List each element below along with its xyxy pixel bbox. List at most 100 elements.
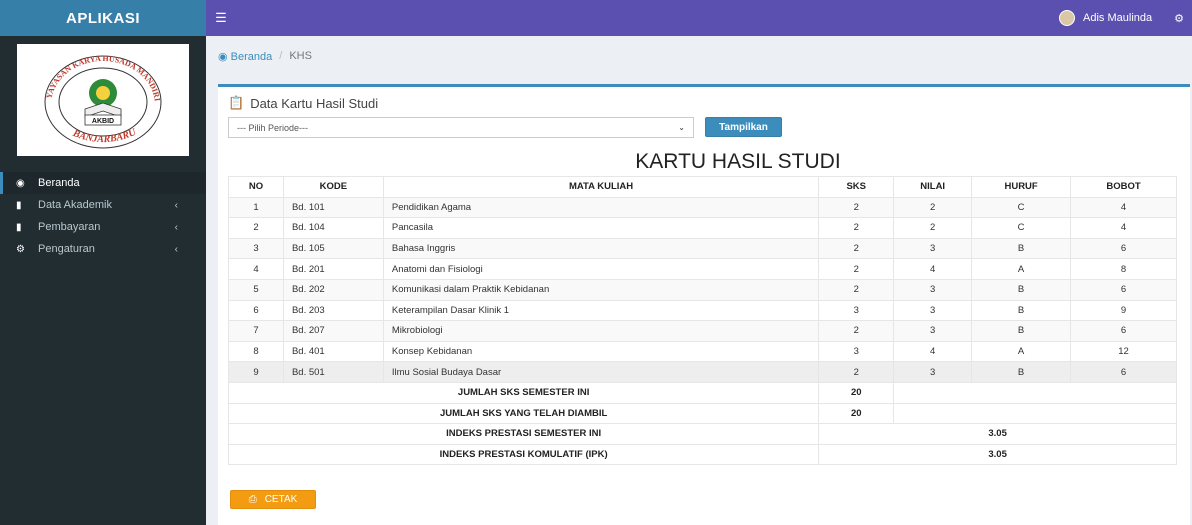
- table-cell: A: [971, 340, 1072, 363]
- table-cell: 2: [818, 258, 895, 280]
- table-cell: 2: [818, 320, 895, 342]
- table-cell: 2: [818, 278, 895, 301]
- chevron-left-icon: ‹: [174, 199, 178, 211]
- table-cell: 2: [893, 196, 973, 219]
- table-cell: Bd. 201: [282, 258, 384, 280]
- table-cell: 3: [893, 278, 973, 301]
- table-cell: Bd. 105: [282, 237, 384, 260]
- table-row[interactable]: 2 Bd. 104 Pancasila 2 2 C 4: [228, 217, 1177, 239]
- sidebar-menu: ◉ Beranda ▮ Data Akademik ‹ ▮ Pembayaran…: [0, 172, 206, 260]
- breadcrumb-home[interactable]: ◉ Beranda: [218, 50, 272, 63]
- sidebar-item-beranda[interactable]: ◉ Beranda: [0, 172, 206, 194]
- sidebar-item-pembayaran[interactable]: ▮ Pembayaran ‹: [0, 216, 206, 238]
- table-cell: A: [971, 258, 1072, 280]
- table-cell: B: [971, 237, 1072, 260]
- sidebar-item-pengaturan[interactable]: ⚙ Pengaturan ‹: [0, 238, 206, 260]
- document-icon: 📋: [228, 95, 245, 110]
- table-cell: Bd. 101: [282, 196, 384, 219]
- sks-semester-value: 20: [818, 381, 895, 404]
- table-row[interactable]: 6 Bd. 203 Keterampilan Dasar Klinik 133B9: [228, 299, 1177, 322]
- chevron-left-icon: ‹: [174, 243, 178, 255]
- app-title[interactable]: APLIKASI: [0, 0, 206, 36]
- table-cell: Bd. 207: [282, 320, 384, 342]
- table-cell: Bd. 501: [282, 361, 384, 383]
- box-title: 📋 Data Kartu Hasil Studi: [228, 95, 379, 111]
- table-row[interactable]: 4 Bd. 201 Anatomi dan Fisiologi 2 4 A 8: [228, 258, 1177, 280]
- table-cell: 12: [1070, 340, 1177, 363]
- sks-total-value: 20: [818, 402, 895, 425]
- column-header: KODE: [282, 176, 384, 198]
- chevron-left-icon: ‹: [174, 221, 178, 233]
- column-header: NO: [228, 176, 284, 198]
- table-cell: Bd. 203: [282, 299, 384, 322]
- table-cell: 4: [1070, 217, 1177, 239]
- gear-icon[interactable]: ⚙: [1174, 12, 1184, 25]
- akbid-logo-icon: YAYASAN KARYA HUSADA MANDIRI AKBID BANJA…: [44, 54, 162, 149]
- table-cell: 4: [1070, 196, 1177, 219]
- table-cell: Bd. 401: [282, 340, 384, 363]
- user-menu[interactable]: Adis Maulinda: [1059, 10, 1152, 26]
- sidebar-item-label: Pembayaran: [38, 221, 101, 233]
- table-cell: B: [971, 278, 1072, 301]
- table-row[interactable]: 7 Bd. 207 Mikrobiologi 2 3 B 6: [228, 320, 1177, 342]
- logo-badge-text: AKBID: [92, 118, 114, 125]
- table-cell: 6: [1070, 237, 1177, 260]
- table-cell: 2: [228, 217, 284, 239]
- chevron-down-icon: ⌄: [678, 123, 685, 132]
- table-cell: 6: [1070, 320, 1177, 342]
- table-row[interactable]: 1 Bd. 101 Pendidikan Agama 2 2 C 4: [228, 196, 1177, 219]
- print-button[interactable]: ⎙ CETAK: [230, 490, 316, 509]
- table-row[interactable]: 3 Bd. 105 Bahasa Inggris 2 3 B 6: [228, 237, 1177, 260]
- book-icon: ▮: [16, 221, 22, 233]
- table-row[interactable]: 8 Bd. 401 Konsep Kebidanan 3 4 A 12: [228, 340, 1177, 363]
- table-cell: 8: [1070, 258, 1177, 280]
- period-select[interactable]: --- Pilih Periode--- ⌄: [228, 117, 694, 138]
- table-cell: C: [971, 217, 1072, 239]
- table-cell: B: [971, 361, 1072, 383]
- table-cell: 3: [893, 320, 973, 342]
- table-cell: 7: [228, 320, 284, 342]
- table-cell: C: [971, 196, 1072, 219]
- sks-semester-label: JUMLAH SKS SEMESTER INI: [227, 381, 820, 404]
- table-cell: 2: [818, 217, 895, 239]
- column-header: HURUF: [971, 176, 1072, 198]
- table-cell: 2: [893, 217, 973, 239]
- table-cell: 4: [228, 258, 284, 280]
- sidebar: YAYASAN KARYA HUSADA MANDIRI AKBID BANJA…: [0, 36, 206, 525]
- table-cell: Pendidikan Agama: [382, 196, 820, 219]
- table-cell: Mikrobiologi: [382, 320, 820, 342]
- table-cell: 6: [1070, 278, 1177, 301]
- table-cell: 3: [818, 299, 895, 322]
- table-cell: 4: [893, 258, 973, 280]
- book-icon: ▮: [16, 199, 22, 211]
- table-cell: B: [971, 299, 1072, 322]
- table-cell: 3: [893, 299, 973, 322]
- breadcrumb: ◉ Beranda / KHS: [218, 50, 312, 63]
- table-cell: Ilmu Sosial Budaya Dasar: [382, 361, 820, 383]
- summary-row: JUMLAH SKS SEMESTER INI 20: [227, 381, 1177, 404]
- column-header: SKS: [818, 176, 895, 198]
- column-header: NILAI: [893, 176, 973, 198]
- sks-total-label: JUMLAH SKS YANG TELAH DIAMBIL: [227, 402, 820, 425]
- table-cell: 3: [818, 340, 895, 363]
- sidebar-item-label: Beranda: [38, 177, 80, 189]
- cogs-icon: ⚙: [16, 243, 25, 255]
- table-cell: Komunikasi dalam Praktik Kebidanan: [382, 278, 820, 301]
- show-button[interactable]: Tampilkan: [705, 117, 782, 137]
- table-cell: Anatomi dan Fisiologi: [382, 258, 820, 280]
- ip-value: 3.05: [818, 423, 1177, 445]
- table-cell: Bd. 202: [282, 278, 384, 301]
- top-navbar: ☰ Adis Maulinda ⚙: [206, 0, 1192, 36]
- table-row[interactable]: 5 Bd. 202 Komunikasi dalam Praktik Kebidan…: [228, 278, 1177, 301]
- sidebar-item-data-akademik[interactable]: ▮ Data Akademik ‹: [0, 194, 206, 216]
- institution-logo: YAYASAN KARYA HUSADA MANDIRI AKBID BANJA…: [17, 44, 189, 156]
- table-cell: Bahasa Inggris: [382, 237, 820, 260]
- table-row[interactable]: 9 Bd. 501 Ilmu Sosial Budaya Dasar 2 3 B 6: [228, 361, 1177, 383]
- table-cell: 3: [893, 237, 973, 260]
- table-cell: 3: [228, 237, 284, 260]
- ip-label: INDEKS PRESTASI SEMESTER INI: [227, 423, 820, 445]
- table-cell: B: [971, 320, 1072, 342]
- avatar: [1059, 10, 1076, 26]
- table-cell: 2: [818, 196, 895, 219]
- menu-toggle-icon[interactable]: ☰: [206, 10, 236, 26]
